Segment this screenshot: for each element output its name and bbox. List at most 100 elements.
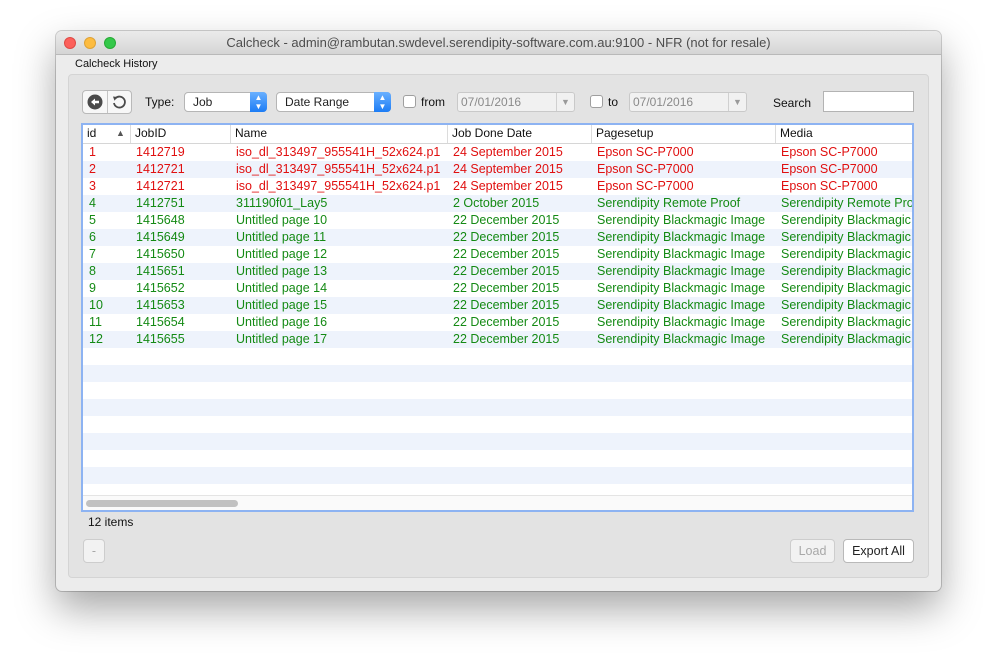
cell-jobid: 1415649 — [136, 230, 185, 244]
table-row[interactable]: 1 1412719 iso_dl_313497_955541H_52x624.p1 2… — [83, 144, 912, 161]
cell-id: 7 — [89, 247, 96, 261]
to-date-field[interactable]: 07/01/2016 ▼ — [629, 92, 747, 112]
empty-row — [83, 467, 912, 484]
from-date-field[interactable]: 07/01/2016 ▼ — [457, 92, 575, 112]
cell-pagesetup: Serendipity Blackmagic Image — [597, 281, 766, 295]
cell-id: 10 — [89, 298, 103, 312]
cell-pagesetup: Serendipity Blackmagic Image — [597, 230, 766, 244]
back-circle-arrow-icon — [87, 94, 103, 110]
sort-ascending-icon: ▲ — [116, 128, 125, 138]
remove-button[interactable]: - — [83, 539, 105, 563]
cell-id: 3 — [89, 179, 96, 193]
table-row[interactable]: 7 1415650 Untitled page 12 22 December 2015… — [83, 246, 912, 263]
cell-jobid: 1415654 — [136, 315, 185, 329]
empty-row — [83, 416, 912, 433]
cell-id: 12 — [89, 332, 103, 346]
column-header-label: Media — [780, 126, 813, 140]
search-input[interactable] — [823, 91, 914, 112]
table-row[interactable]: 5 1415648 Untitled page 10 22 December 2015… — [83, 212, 912, 229]
cell-job-done-date: 22 December 2015 — [453, 315, 560, 329]
cell-id: 1 — [89, 145, 96, 159]
to-label: to — [608, 95, 619, 109]
column-header-pagesetup[interactable]: Pagesetup — [591, 125, 775, 143]
app-window: Calcheck - admin@rambutan.swdevel.serend… — [56, 31, 941, 591]
from-checkbox[interactable] — [403, 95, 416, 108]
cell-media: Serendipity Blackmagic — [781, 315, 911, 329]
dropdown-chevron-icon: ▲ ▼ — [374, 92, 391, 112]
cell-job-done-date: 24 September 2015 — [453, 179, 563, 193]
cell-pagesetup: Epson SC-P7000 — [597, 145, 694, 159]
range-popup[interactable]: Date Range ▲ ▼ — [276, 92, 391, 112]
from-label: from — [421, 95, 445, 109]
cell-pagesetup: Serendipity Blackmagic Image — [597, 247, 766, 261]
table-row[interactable]: 9 1415652 Untitled page 14 22 December 2015… — [83, 280, 912, 297]
cell-jobid: 1412751 — [136, 196, 185, 210]
empty-row — [83, 382, 912, 399]
cell-id: 8 — [89, 264, 96, 278]
cell-media: Serendipity Blackmagic — [781, 230, 911, 244]
cell-name: Untitled page 15 — [236, 298, 328, 312]
cell-id: 11 — [89, 315, 102, 329]
cell-name: iso_dl_313497_955541H_52x624.p1 — [236, 162, 441, 176]
table-body: 1 1412719 iso_dl_313497_955541H_52x624.p1 2… — [83, 144, 912, 484]
cell-id: 9 — [89, 281, 96, 295]
column-header-media[interactable]: Media — [775, 125, 912, 143]
cell-jobid: 1415651 — [136, 264, 185, 278]
column-header-name[interactable]: Name — [230, 125, 447, 143]
to-checkbox[interactable] — [590, 95, 603, 108]
cell-media: Epson SC-P7000 — [781, 179, 878, 193]
cell-job-done-date: 22 December 2015 — [453, 332, 560, 346]
column-header-id[interactable]: id ▲ — [83, 125, 130, 143]
column-header-label: id — [87, 126, 97, 140]
export-all-button[interactable]: Export All — [843, 539, 914, 563]
cell-name: iso_dl_313497_955541H_52x624.p1 — [236, 179, 441, 193]
table-row[interactable]: 6 1415649 Untitled page 11 22 December 2015… — [83, 229, 912, 246]
history-table: id ▲ JobID Name Job Done Date Pagesetup … — [81, 123, 914, 512]
date-dropdown-icon[interactable]: ▼ — [728, 93, 746, 111]
cell-job-done-date: 24 September 2015 — [453, 162, 563, 176]
cell-job-done-date: 22 December 2015 — [453, 281, 560, 295]
column-header-label: Job Done Date — [452, 126, 533, 140]
window-title: Calcheck - admin@rambutan.swdevel.serend… — [226, 35, 771, 50]
cell-name: 311190f01_Lay5 — [236, 196, 328, 210]
cell-media: Serendipity Blackmagic — [781, 247, 911, 261]
table-header: id ▲ JobID Name Job Done Date Pagesetup … — [83, 125, 912, 144]
cell-jobid: 1415655 — [136, 332, 185, 346]
cell-name: Untitled page 13 — [236, 264, 328, 278]
table-row[interactable]: 8 1415651 Untitled page 13 22 December 2015… — [83, 263, 912, 280]
cell-id: 2 — [89, 162, 96, 176]
table-row[interactable]: 11 1415654 Untitled page 16 22 December 201… — [83, 314, 912, 331]
cell-jobid: 1412719 — [136, 145, 185, 159]
cell-pagesetup: Serendipity Blackmagic Image — [597, 264, 766, 278]
refresh-button[interactable] — [106, 91, 132, 113]
cell-id: 4 — [89, 196, 96, 210]
column-header-job-done-date[interactable]: Job Done Date — [447, 125, 591, 143]
cell-job-done-date: 22 December 2015 — [453, 264, 560, 278]
cell-pagesetup: Serendipity Blackmagic Image — [597, 332, 766, 346]
empty-row — [83, 433, 912, 450]
navigation-button-group — [82, 90, 132, 114]
scrollbar-thumb[interactable] — [86, 500, 238, 507]
cell-jobid: 1412721 — [136, 162, 185, 176]
cell-name: Untitled page 10 — [236, 213, 328, 227]
date-dropdown-icon[interactable]: ▼ — [556, 93, 574, 111]
table-row[interactable]: 10 1415653 Untitled page 15 22 December 201… — [83, 297, 912, 314]
table-row[interactable]: 12 1415655 Untitled page 17 22 December 201… — [83, 331, 912, 348]
load-button[interactable]: Load — [790, 539, 835, 563]
cell-media: Serendipity Blackmagic — [781, 213, 911, 227]
table-row[interactable]: 2 1412721 iso_dl_313497_955541H_52x624.p1 2… — [83, 161, 912, 178]
column-header-label: JobID — [135, 126, 167, 140]
cell-jobid: 1415653 — [136, 298, 185, 312]
table-row[interactable]: 4 1412751 311190f01_Lay5 2 October 2015 Sere… — [83, 195, 912, 212]
back-button[interactable] — [83, 91, 107, 113]
cell-job-done-date: 22 December 2015 — [453, 213, 560, 227]
empty-row — [83, 450, 912, 467]
table-row[interactable]: 3 1412721 iso_dl_313497_955541H_52x624.p1 2… — [83, 178, 912, 195]
cell-media: Serendipity Remote Pro — [781, 196, 912, 210]
empty-row — [83, 365, 912, 382]
title-bar[interactable]: Calcheck - admin@rambutan.swdevel.serend… — [56, 31, 941, 55]
type-popup[interactable]: Job ▲ ▼ — [184, 92, 267, 112]
column-header-jobid[interactable]: JobID — [130, 125, 230, 143]
horizontal-scrollbar[interactable] — [83, 495, 912, 510]
cell-job-done-date: 22 December 2015 — [453, 247, 560, 261]
